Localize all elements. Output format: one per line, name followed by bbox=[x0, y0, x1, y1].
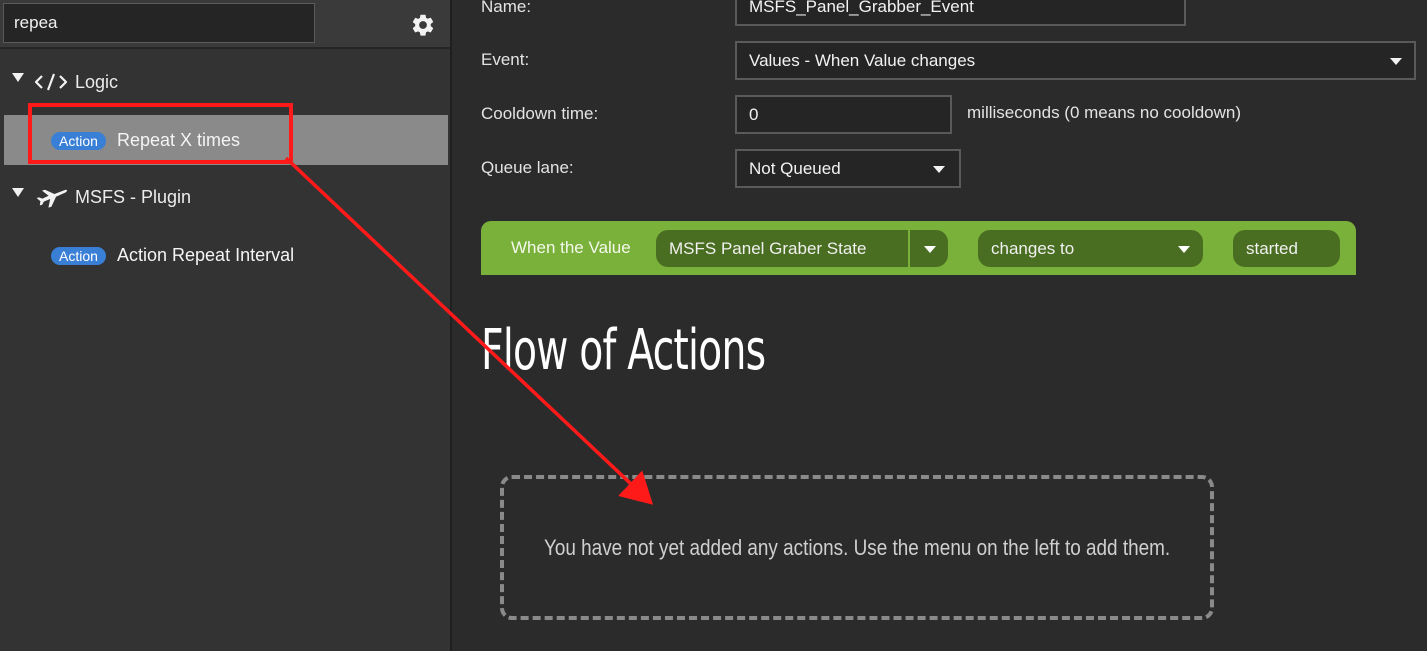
tree-group-logic[interactable]: Logic bbox=[0, 60, 450, 104]
chevron-down-icon bbox=[933, 165, 945, 173]
queue-lane-select[interactable]: Not Queued bbox=[735, 149, 961, 188]
name-field[interactable] bbox=[735, 0, 1186, 26]
pill-divider bbox=[908, 230, 910, 267]
code-icon bbox=[34, 73, 68, 91]
sidebar-search-row bbox=[0, 0, 450, 49]
target-value-field[interactable]: started bbox=[1233, 230, 1340, 267]
action-badge: Action bbox=[51, 247, 106, 265]
condition-select[interactable]: changes to bbox=[978, 230, 1203, 267]
event-select[interactable]: Values - When Value changes bbox=[735, 41, 1416, 80]
gear-icon[interactable] bbox=[410, 12, 436, 38]
trigger-label: When the Value bbox=[511, 238, 631, 257]
action-badge: Action bbox=[51, 132, 106, 150]
cooldown-field[interactable] bbox=[735, 95, 952, 134]
value-select[interactable]: MSFS Panel Graber State bbox=[656, 230, 948, 267]
actions-drop-zone[interactable]: You have not yet added any actions. Use … bbox=[500, 475, 1214, 620]
queue-lane-value: Not Queued bbox=[749, 158, 841, 178]
expand-toggle-icon[interactable] bbox=[12, 188, 24, 197]
queue-lane-label: Queue lane: bbox=[481, 158, 574, 177]
condition-select-text: changes to bbox=[991, 238, 1075, 258]
value-select-text: MSFS Panel Graber State bbox=[669, 238, 867, 258]
chevron-down-icon bbox=[1178, 245, 1190, 253]
event-select-value: Values - When Value changes bbox=[749, 50, 976, 70]
tree-group-label: MSFS - Plugin bbox=[75, 186, 192, 207]
expand-toggle-icon[interactable] bbox=[12, 73, 24, 82]
tree-group-label: Logic bbox=[75, 71, 119, 92]
action-item-action-repeat-interval[interactable]: Action Action Repeat Interval bbox=[4, 230, 448, 280]
actions-sidebar: Logic Action Repeat X times MSFS - Plugi… bbox=[0, 0, 452, 651]
cooldown-label: Cooldown time: bbox=[481, 104, 599, 123]
empty-actions-message: You have not yet added any actions. Use … bbox=[543, 534, 1171, 560]
event-label: Event: bbox=[481, 50, 530, 69]
action-item-label: Repeat X times bbox=[117, 130, 241, 150]
flow-of-actions-title: Flow of Actions bbox=[481, 318, 766, 383]
airplane-icon bbox=[36, 189, 67, 208]
chevron-down-icon[interactable] bbox=[924, 245, 936, 253]
event-editor: Name: Event: Values - When Value changes… bbox=[452, 0, 1427, 651]
action-item-repeat-x-times[interactable]: Action Repeat X times bbox=[4, 115, 448, 165]
name-label: Name: bbox=[481, 0, 532, 16]
search-input[interactable] bbox=[3, 3, 315, 43]
cooldown-hint: milliseconds (0 means no cooldown) bbox=[967, 103, 1242, 122]
app-window: Logic Action Repeat X times MSFS - Plugi… bbox=[0, 0, 1427, 651]
chevron-down-icon bbox=[1390, 57, 1402, 65]
action-item-label: Action Repeat Interval bbox=[117, 245, 295, 265]
target-value-text: started bbox=[1246, 238, 1298, 258]
trigger-condition-bar: When the Value MSFS Panel Graber State c… bbox=[481, 221, 1356, 275]
tree-group-msfs-plugin[interactable]: MSFS - Plugin bbox=[0, 175, 450, 219]
